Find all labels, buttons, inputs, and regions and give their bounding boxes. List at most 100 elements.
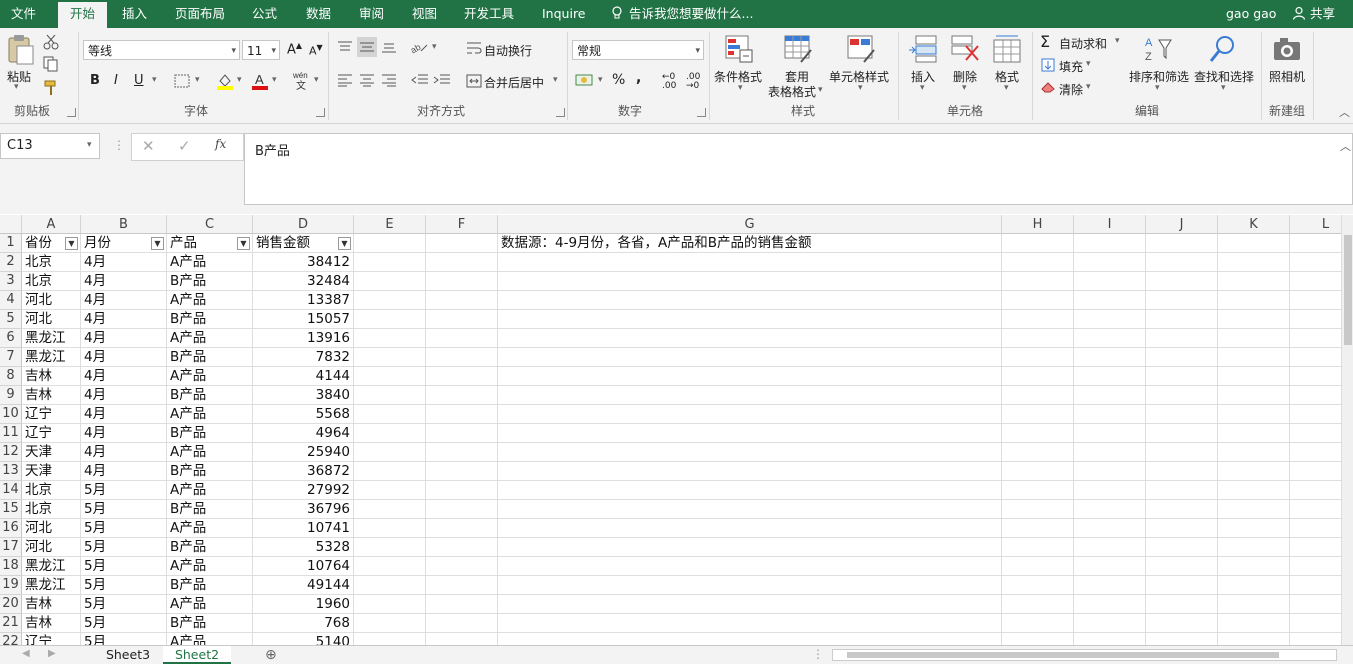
decrease-font-icon[interactable]: A▼ <box>309 43 323 58</box>
fill-color-icon[interactable] <box>216 72 234 90</box>
table-cell[interactable] <box>426 538 498 557</box>
table-cell[interactable]: B产品 <box>167 310 253 329</box>
table-cell[interactable] <box>1074 234 1146 253</box>
table-cell[interactable]: 32484 <box>253 272 354 291</box>
table-cell[interactable] <box>1218 633 1290 645</box>
row-header[interactable]: 2 <box>0 253 22 272</box>
table-cell[interactable] <box>1218 614 1290 633</box>
table-cell[interactable] <box>1218 424 1290 443</box>
note-cell[interactable]: 数据源：4-9月份，各省，A产品和B产品的销售金额 <box>498 234 1002 253</box>
table-cell[interactable]: A产品 <box>167 519 253 538</box>
table-cell[interactable] <box>354 348 426 367</box>
chevron-down-icon[interactable]: ▾ <box>1004 83 1009 93</box>
row-header[interactable]: 12 <box>0 443 22 462</box>
chevron-down-icon[interactable]: ▾ <box>152 75 157 85</box>
table-cell[interactable] <box>426 519 498 538</box>
table-cell[interactable]: 北京 <box>22 500 81 519</box>
table-cell[interactable] <box>1074 348 1146 367</box>
table-cell[interactable] <box>1074 443 1146 462</box>
table-cell[interactable]: 4月 <box>81 424 167 443</box>
table-cell[interactable] <box>498 348 1002 367</box>
table-cell[interactable] <box>1002 310 1074 329</box>
row-header[interactable]: 14 <box>0 481 22 500</box>
table-cell[interactable] <box>1290 386 1341 405</box>
table-cell[interactable] <box>1146 462 1218 481</box>
table-cell[interactable] <box>426 576 498 595</box>
table-cell[interactable] <box>426 272 498 291</box>
select-all-corner[interactable] <box>0 215 22 234</box>
table-cell[interactable] <box>426 329 498 348</box>
underline-icon[interactable]: U <box>134 73 144 88</box>
table-cell[interactable]: 4月 <box>81 329 167 348</box>
phonetic-guide-icon[interactable]: wén文 <box>292 70 312 90</box>
border-icon[interactable] <box>174 74 190 88</box>
table-cell[interactable] <box>1002 538 1074 557</box>
table-cell[interactable] <box>1146 443 1218 462</box>
table-cell[interactable] <box>1074 310 1146 329</box>
table-cell[interactable] <box>1074 614 1146 633</box>
table-cell[interactable] <box>1218 272 1290 291</box>
table-cell[interactable] <box>1290 614 1341 633</box>
row-header[interactable]: 18 <box>0 557 22 576</box>
table-cell[interactable] <box>354 595 426 614</box>
table-cell[interactable] <box>426 310 498 329</box>
paste-icon[interactable] <box>6 34 36 66</box>
table-cell[interactable] <box>1290 519 1341 538</box>
table-cell[interactable] <box>498 329 1002 348</box>
table-cell[interactable] <box>1002 234 1074 253</box>
table-cell[interactable]: 辽宁 <box>22 405 81 424</box>
table-cell[interactable] <box>1290 500 1341 519</box>
tab-home[interactable]: 开始 <box>58 2 108 28</box>
table-cell[interactable]: 5月 <box>81 500 167 519</box>
table-cell[interactable] <box>1002 424 1074 443</box>
table-cell[interactable] <box>1074 538 1146 557</box>
merge-center-button[interactable]: 合并后居中 <box>484 74 544 91</box>
tab-review[interactable]: 审阅 <box>359 0 384 28</box>
align-right-icon[interactable] <box>381 73 397 87</box>
table-cell[interactable] <box>354 253 426 272</box>
table-cell[interactable] <box>1290 595 1341 614</box>
row-header[interactable]: 22 <box>0 633 22 645</box>
comma-style-icon[interactable]: , <box>636 70 641 86</box>
table-cell[interactable] <box>1002 557 1074 576</box>
table-cell[interactable]: A产品 <box>167 443 253 462</box>
table-cell[interactable] <box>1218 443 1290 462</box>
tab-file[interactable]: 文件 <box>11 0 36 28</box>
table-cell[interactable] <box>1002 386 1074 405</box>
camera-button[interactable]: 照相机 <box>1269 68 1305 85</box>
row-header[interactable]: 4 <box>0 291 22 310</box>
table-cell[interactable] <box>426 386 498 405</box>
table-cell[interactable] <box>426 595 498 614</box>
row-header[interactable]: 8 <box>0 367 22 386</box>
table-cell[interactable] <box>1074 519 1146 538</box>
table-cell[interactable]: 黑龙江 <box>22 557 81 576</box>
alignment-launcher-icon[interactable] <box>556 108 565 117</box>
table-cell[interactable]: 5月 <box>81 614 167 633</box>
table-cell[interactable] <box>1218 386 1290 405</box>
column-header-d[interactable]: D <box>253 215 354 234</box>
table-cell[interactable] <box>1002 500 1074 519</box>
table-cell[interactable]: 吉林 <box>22 595 81 614</box>
table-cell[interactable]: 黑龙江 <box>22 329 81 348</box>
chevron-down-icon[interactable]: ▾ <box>14 82 19 92</box>
clipboard-launcher-icon[interactable] <box>67 108 76 117</box>
next-sheet-icon[interactable]: ▶ <box>48 648 56 659</box>
table-cell[interactable] <box>426 557 498 576</box>
table-cell[interactable] <box>1146 633 1218 645</box>
table-cell[interactable]: 5月 <box>81 633 167 645</box>
table-cell[interactable] <box>354 576 426 595</box>
table-cell[interactable]: 15057 <box>253 310 354 329</box>
table-cell[interactable] <box>1218 367 1290 386</box>
table-cell[interactable]: B产品 <box>167 576 253 595</box>
table-cell[interactable] <box>1002 405 1074 424</box>
table-cell[interactable] <box>498 576 1002 595</box>
table-cell[interactable] <box>354 310 426 329</box>
table-cell[interactable]: 吉林 <box>22 367 81 386</box>
accounting-format-icon[interactable] <box>575 72 595 88</box>
chevron-down-icon[interactable]: ▾ <box>195 75 200 85</box>
table-cell[interactable]: A产品 <box>167 481 253 500</box>
table-cell[interactable] <box>498 462 1002 481</box>
table-cell[interactable] <box>498 291 1002 310</box>
table-cell[interactable] <box>1218 291 1290 310</box>
chevron-down-icon[interactable]: ▾ <box>858 83 863 93</box>
